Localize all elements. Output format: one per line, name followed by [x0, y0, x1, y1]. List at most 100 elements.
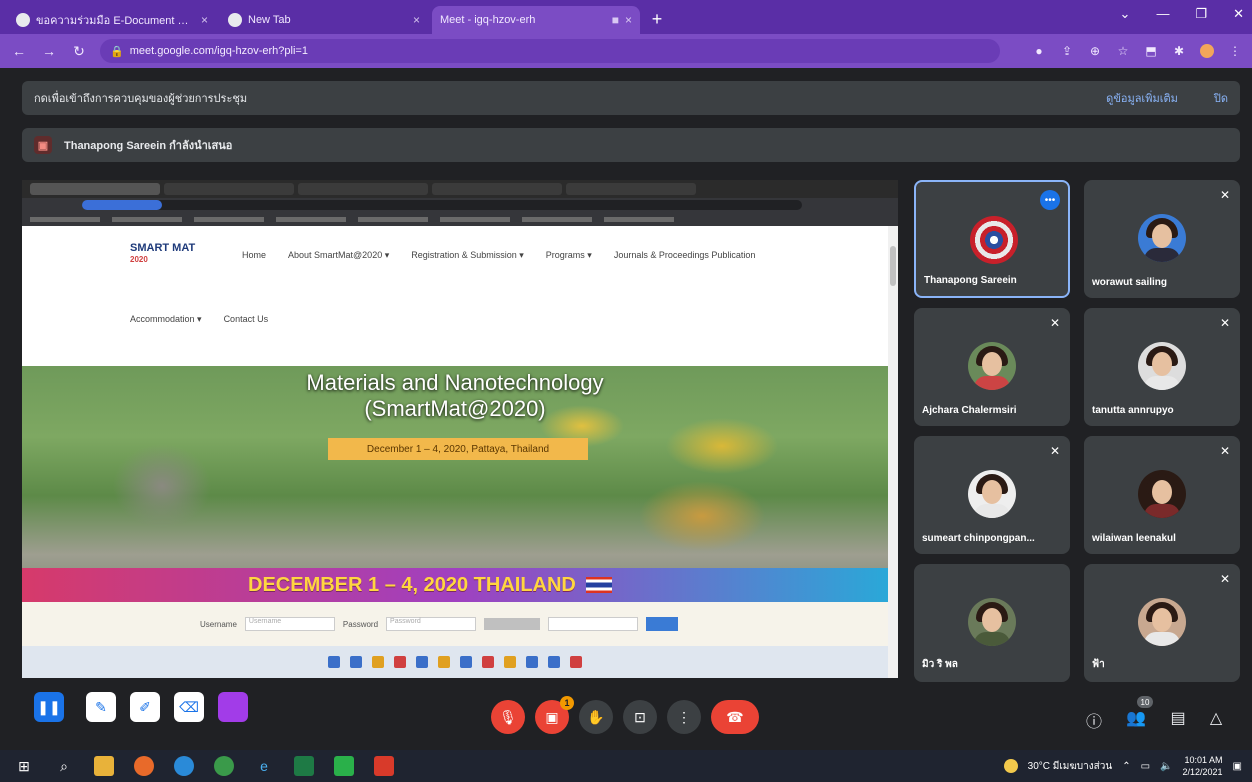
start-button-icon[interactable]: ⊞ — [14, 756, 34, 776]
profile-avatar[interactable] — [1200, 44, 1214, 58]
participant-avatar — [1138, 214, 1186, 262]
participant-name: wilaiwan leenakul — [1092, 533, 1176, 544]
eraser-icon[interactable]: ⌫ — [174, 692, 204, 722]
color-picker-icon[interactable] — [218, 692, 248, 722]
menu-contact: Contact Us — [223, 314, 269, 324]
camera-icon[interactable]: ● — [1032, 44, 1046, 58]
menu-dots-icon[interactable]: ⋮ — [1228, 44, 1242, 58]
pdf-icon[interactable] — [374, 756, 394, 776]
end-call-button[interactable]: ☎ — [711, 700, 759, 734]
hero-title-line2: (SmartMat@2020) — [364, 396, 546, 421]
raise-hand-button[interactable]: ✋ — [579, 700, 613, 734]
captcha-image — [484, 618, 541, 630]
participant-tile[interactable]: ✕ wilaiwan leenakul — [1084, 436, 1240, 554]
new-tab-button[interactable]: + — [644, 6, 670, 32]
clock[interactable]: 10:01 AM 2/12/2021 — [1183, 754, 1223, 778]
forward-button[interactable]: → — [40, 43, 58, 59]
participant-tile[interactable]: ✕ sumeart chinpongpan... — [914, 436, 1070, 554]
site-header: SMART MAT 2020 Home About SmartMat@2020 … — [22, 226, 898, 346]
restore-button[interactable]: ❐ — [1195, 6, 1207, 22]
hero-date: December 1 – 4, 2020, Pattaya, Thailand — [328, 438, 588, 460]
activities-icon[interactable]: △ — [1206, 708, 1226, 728]
browser-toolbar: ← → ↻ 🔒 meet.google.com/igq-hzov-erh?pli… — [0, 34, 1252, 68]
people-icon[interactable]: 👥 — [1126, 708, 1146, 728]
participant-tile[interactable]: ✕ worawut sailing — [1084, 180, 1240, 298]
presenting-text: Thanapong Sareein กำลังนำเสนอ — [64, 140, 233, 152]
excel-icon[interactable] — [294, 756, 314, 776]
participant-tile[interactable]: มิว ริ พล — [914, 564, 1070, 682]
file-explorer-icon[interactable] — [94, 756, 114, 776]
mic-off-icon: ✕ — [1219, 572, 1230, 586]
username-field: Username — [244, 617, 335, 631]
site-login-form: Username Username Password Password — [22, 602, 888, 646]
tab-close-icon[interactable]: × — [201, 13, 208, 27]
search-icon[interactable]: ⌕ — [54, 756, 74, 776]
present-button[interactable]: ⊡ — [623, 700, 657, 734]
notifications-icon[interactable]: ▣ — [1233, 761, 1242, 772]
back-button[interactable]: ← — [10, 43, 28, 59]
participant-tile[interactable]: ✕ Ajchara Chalermsiri — [914, 308, 1070, 426]
pointer-icon[interactable]: ✎ — [86, 692, 116, 722]
logo-text: SMART MAT — [130, 242, 196, 254]
tab-close-icon[interactable]: × — [625, 13, 632, 27]
internet-explorer-icon[interactable]: e — [254, 756, 274, 776]
url-text: meet.google.com/igq-hzov-erh?pli=1 — [129, 45, 308, 57]
pen-icon[interactable]: ✐ — [130, 692, 160, 722]
meet-controls: ❚❚ ✎ ✐ ⌫ 🎙 ▣ 1 ✋ ⊡ ⋮ ☎ ⓘ 👥 10 ▤ △ — [0, 682, 1252, 750]
dismiss-link[interactable]: ปิด — [1214, 89, 1228, 107]
participant-avatar — [968, 342, 1016, 390]
participant-avatar — [1138, 598, 1186, 646]
chrome-favicon-icon — [228, 13, 242, 27]
edge-icon[interactable] — [174, 756, 194, 776]
lock-icon: 🔒 — [110, 45, 124, 58]
menu-registration: Registration & Submission ▾ — [411, 250, 524, 260]
minimize-button[interactable]: — — [1156, 6, 1169, 22]
tab-close-icon[interactable]: × — [413, 13, 420, 27]
browser-tab-edocument[interactable]: ขอความร่วมมือ E-Document Syst × — [8, 6, 216, 34]
shared-taskbar — [22, 646, 888, 678]
browser-tab-bar: ขอความร่วมมือ E-Document Syst × New Tab … — [0, 0, 1252, 82]
extension-icon[interactable]: ⬒ — [1144, 44, 1158, 58]
pause-icon[interactable]: ❚❚ — [34, 692, 64, 722]
captain-shield-avatar — [970, 216, 1018, 264]
participant-avatar — [1138, 470, 1186, 518]
participant-tile[interactable]: ••• Thanapong Sareein — [914, 180, 1070, 298]
tab-search-icon[interactable]: ⌄ — [1120, 6, 1131, 22]
puzzle-icon[interactable]: ✱ — [1172, 44, 1186, 58]
mic-off-button[interactable]: 🎙 — [491, 700, 525, 734]
chrome-icon[interactable] — [214, 756, 234, 776]
firefox-icon[interactable] — [134, 756, 154, 776]
username-label: Username — [200, 619, 237, 629]
bookmark-star-icon[interactable]: ☆ — [1116, 44, 1130, 58]
zoom-icon[interactable]: ⊕ — [1088, 44, 1102, 58]
mic-off-icon: ✕ — [1049, 444, 1060, 458]
reload-button[interactable]: ↻ — [70, 43, 88, 60]
browser-tab-meet[interactable]: Meet - igq-hzov-erh ■ × — [0, 6, 640, 82]
meet-main: กดเพื่อเข้าถึงการควบคุมของผู้ช่วยการประช… — [0, 68, 1252, 750]
network-icon[interactable]: ▭ — [1141, 761, 1150, 772]
date-stripe: DECEMBER 1 – 4, 2020 THAILAND — [22, 568, 888, 602]
present-screen-icon: ▣ — [34, 136, 52, 154]
banner-text: กดเพื่อเข้าถึงการควบคุมของผู้ช่วยการประช… — [34, 93, 248, 105]
learn-more-link[interactable]: ดูข้อมูลเพิ่มเติม — [1106, 89, 1178, 107]
chat-icon[interactable]: ▤ — [1168, 708, 1188, 728]
password-label: Password — [342, 619, 379, 629]
mic-off-icon: ✕ — [1049, 316, 1060, 330]
share-icon[interactable]: ⇪ — [1060, 44, 1074, 58]
tray-chevron-icon[interactable]: ⌃ — [1122, 761, 1130, 772]
tab-label: Meet - igq-hzov-erh — [440, 14, 536, 26]
more-options-icon[interactable]: ••• — [1040, 190, 1060, 210]
line-icon[interactable] — [334, 756, 354, 776]
address-bar[interactable]: 🔒 meet.google.com/igq-hzov-erh?pli=1 — [100, 39, 1000, 63]
tab-label: New Tab — [248, 14, 291, 26]
volume-icon[interactable]: 🔈 — [1160, 761, 1172, 772]
close-window-button[interactable]: ✕ — [1233, 6, 1244, 22]
hero-title: Materials and Nanotechnology (SmartMat@2… — [22, 370, 888, 422]
browser-tab-new-tab[interactable]: New Tab × — [220, 6, 428, 34]
participant-tile[interactable]: ✕ tanutta annrupyo — [1084, 308, 1240, 426]
meeting-details-icon[interactable]: ⓘ — [1084, 708, 1104, 732]
mic-off-icon: ✕ — [1219, 444, 1230, 458]
participant-tile[interactable]: ✕ ฟ้า — [1084, 564, 1240, 682]
more-options-button[interactable]: ⋮ — [667, 700, 701, 734]
windows-taskbar: ⊞ ⌕ e 30°C มีเมฆบางส่วน ⌃ ▭ 🔈 10:01 AM 2… — [0, 750, 1252, 782]
